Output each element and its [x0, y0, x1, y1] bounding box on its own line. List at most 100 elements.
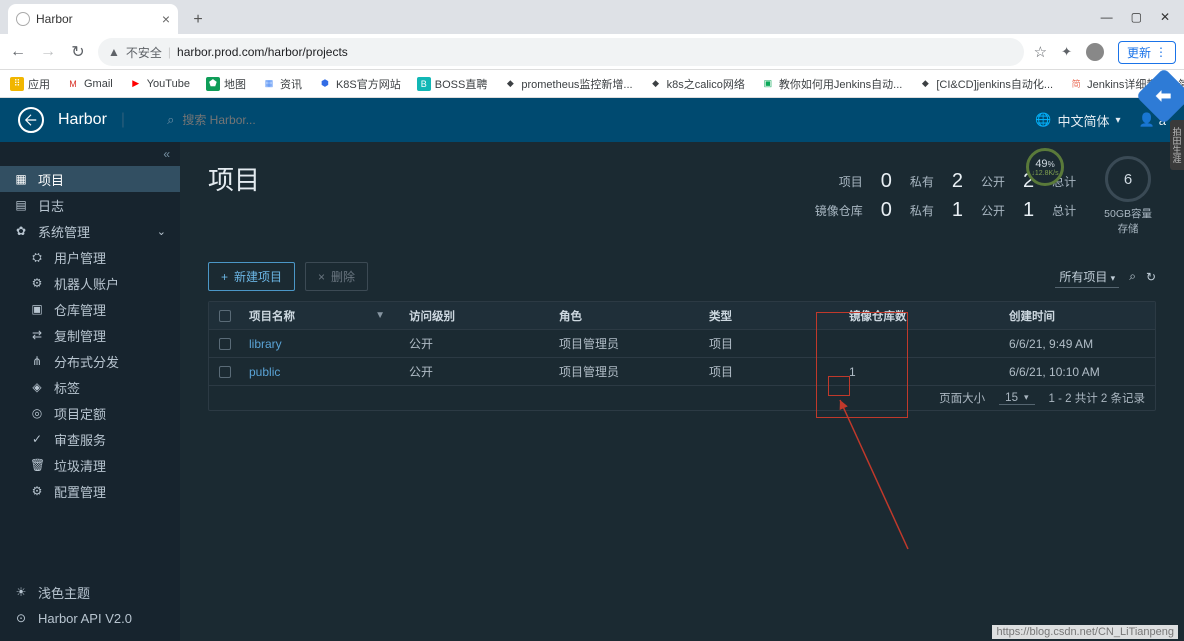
- chevron-down-icon: ▾: [1111, 273, 1116, 283]
- col-header[interactable]: 类型: [701, 308, 841, 324]
- page-size-select[interactable]: 15▾: [999, 392, 1034, 405]
- bookmark-item[interactable]: ◆prometheus监控新增...: [503, 76, 632, 92]
- col-header[interactable]: 访问级别: [401, 308, 551, 324]
- quota-icon: ◎: [30, 406, 44, 420]
- update-button[interactable]: 更新⋮: [1118, 41, 1176, 64]
- col-header[interactable]: 镜像仓库数: [841, 308, 1001, 324]
- col-header[interactable]: 角色: [551, 308, 701, 324]
- sidebar-item-label: 机器人账户: [54, 274, 119, 293]
- sidebar-item-label: 用户管理: [54, 248, 106, 267]
- back-button[interactable]: ←: [8, 43, 28, 61]
- browser-tab[interactable]: Harbor ×: [8, 4, 178, 34]
- forward-button[interactable]: →: [38, 43, 58, 61]
- sidebar-item-label: 项目定额: [54, 404, 106, 423]
- header-right: 🌐 中文简体 ▾ 👤 a: [1035, 111, 1166, 130]
- sidebar-item-replication[interactable]: ⇄复制管理: [0, 322, 180, 348]
- cell-time: 6/6/21, 9:49 AM: [1001, 337, 1155, 351]
- sidebar-item-registry[interactable]: ▣仓库管理: [0, 296, 180, 322]
- annotation-arrow: [798, 394, 918, 554]
- close-window-button[interactable]: ✕: [1160, 10, 1170, 24]
- bookmark-item[interactable]: BBOSS直聘: [417, 76, 488, 92]
- cell-role: 项目管理员: [551, 335, 701, 352]
- sidebar-item-quota[interactable]: ◎ 项目定额: [0, 400, 180, 426]
- project-link[interactable]: public: [249, 365, 280, 379]
- star-icon[interactable]: ☆: [1034, 43, 1047, 61]
- row-checkbox[interactable]: [219, 338, 231, 350]
- cell-type: 项目: [701, 335, 841, 352]
- select-all-checkbox[interactable]: [219, 310, 231, 322]
- sidebar-item-config[interactable]: ⚙配置管理: [0, 478, 180, 504]
- app: Harbor | ⌕ 🌐 中文简体 ▾ 👤 a « ▦ 项目: [0, 98, 1184, 641]
- sidebar-item-labels[interactable]: ◈ 标签: [0, 374, 180, 400]
- sidebar-item-distribution[interactable]: ⋔分布式分发: [0, 348, 180, 374]
- api-icon: ⊙: [14, 611, 28, 625]
- storage-label: 50GB容量: [1104, 206, 1152, 221]
- minimize-button[interactable]: —: [1101, 10, 1113, 24]
- sidebar-item-scan[interactable]: ✓ 审查服务: [0, 426, 180, 452]
- collapse-button[interactable]: «: [0, 142, 180, 166]
- sidebar-item-admin[interactable]: ✿ 系统管理 ⌄: [0, 218, 180, 244]
- sidebar-item-label: 复制管理: [54, 326, 106, 345]
- scan-icon: ✓: [30, 432, 44, 446]
- profile-icon[interactable]: [1086, 43, 1104, 61]
- bookmark-item[interactable]: ▦资讯: [262, 76, 302, 92]
- col-header[interactable]: 项目名称▼: [241, 308, 401, 324]
- favicon-icon: [16, 12, 30, 26]
- stats-label: 项目: [815, 173, 863, 190]
- language-select[interactable]: 🌐 中文简体 ▾: [1035, 111, 1120, 130]
- search-input[interactable]: [182, 113, 442, 127]
- bookmark-item[interactable]: ▶YouTube: [129, 77, 190, 91]
- bookmark-item[interactable]: ▣教你如何用Jenkins自动...: [761, 76, 902, 92]
- new-tab-button[interactable]: +: [184, 6, 212, 34]
- labels-icon: ◈: [30, 380, 44, 394]
- sidebar-item-label: 标签: [54, 378, 80, 397]
- cell-repo: 1: [841, 365, 1001, 379]
- address-bar[interactable]: ▲ 不安全 | harbor.prod.com/harbor/projects: [98, 38, 1024, 66]
- stats-value: 0: [881, 170, 892, 193]
- sidebar-item-logs[interactable]: ▤ 日志: [0, 192, 180, 218]
- stats-sublabel: 总计: [1052, 202, 1076, 219]
- stats-value: 1: [952, 199, 963, 222]
- bookmark-item[interactable]: ◆[CI&CD]jenkins自动化...: [918, 76, 1053, 92]
- sidebar-item-label: 审查服务: [54, 430, 106, 449]
- maximize-button[interactable]: ▢: [1131, 10, 1142, 24]
- new-project-button[interactable]: +新建项目: [208, 262, 295, 291]
- filter-dropdown[interactable]: 所有项目 ▾: [1055, 266, 1119, 288]
- sidebar-item-users[interactable]: ⛭ 用户管理: [0, 244, 180, 270]
- stats-sublabel: 私有: [910, 202, 934, 219]
- close-icon[interactable]: ×: [162, 11, 170, 27]
- col-header[interactable]: 创建时间: [1001, 308, 1155, 324]
- stats-value: 1: [1023, 199, 1034, 222]
- bookmark-item[interactable]: ⬢K8S官方网站: [318, 76, 401, 92]
- search-icon[interactable]: ⌕: [1129, 269, 1136, 284]
- filter-icon[interactable]: ▼: [375, 310, 393, 321]
- gear-icon: ✿: [14, 224, 28, 238]
- api-link[interactable]: ⊙Harbor API V2.0: [0, 605, 180, 631]
- cell-time: 6/6/21, 10:10 AM: [1001, 365, 1155, 379]
- sidebar-item-projects[interactable]: ▦ 项目: [0, 166, 180, 192]
- bookmark-item[interactable]: ◆k8s之calico网络: [649, 76, 745, 92]
- apps-button[interactable]: ⠿应用: [10, 76, 50, 92]
- users-icon: ⛭: [30, 250, 44, 265]
- app-header: Harbor | ⌕ 🌐 中文简体 ▾ 👤 a: [0, 98, 1184, 142]
- event-sub: ↓12.8K/s: [1031, 170, 1058, 177]
- sidebar-item-gc[interactable]: 🗑垃圾清理: [0, 452, 180, 478]
- footer-url: https://blog.csdn.net/CN_LiTianpeng: [992, 625, 1178, 639]
- stats-row: 项目 项目 0私有 2公开 2总计 镜像仓库 0私有 1公开 1总计: [208, 156, 1156, 236]
- theme-toggle[interactable]: ☀浅色主题: [0, 579, 180, 605]
- side-strip[interactable]: 拍田生涯: [1170, 120, 1184, 170]
- sidebar-item-robot[interactable]: ⚙机器人账户: [0, 270, 180, 296]
- page-size-label: 页面大小: [939, 390, 985, 406]
- project-link[interactable]: library: [249, 337, 282, 351]
- bookmark-item[interactable]: ⬟地图: [206, 76, 246, 92]
- delete-button[interactable]: ×删除: [305, 262, 368, 291]
- x-icon: ×: [318, 270, 325, 284]
- refresh-icon[interactable]: ↻: [1146, 270, 1156, 284]
- storage-value: 6: [1124, 171, 1132, 188]
- extensions-icon[interactable]: ✦: [1061, 44, 1072, 60]
- bookmark-item[interactable]: MGmail: [66, 77, 113, 91]
- sidebar-item-label: 项目: [38, 170, 64, 189]
- row-checkbox[interactable]: [219, 366, 231, 378]
- bookmarks-bar: ⠿应用 MGmail ▶YouTube ⬟地图 ▦资讯 ⬢K8S官方网站 BBO…: [0, 70, 1184, 98]
- reload-button[interactable]: ↻: [68, 42, 88, 62]
